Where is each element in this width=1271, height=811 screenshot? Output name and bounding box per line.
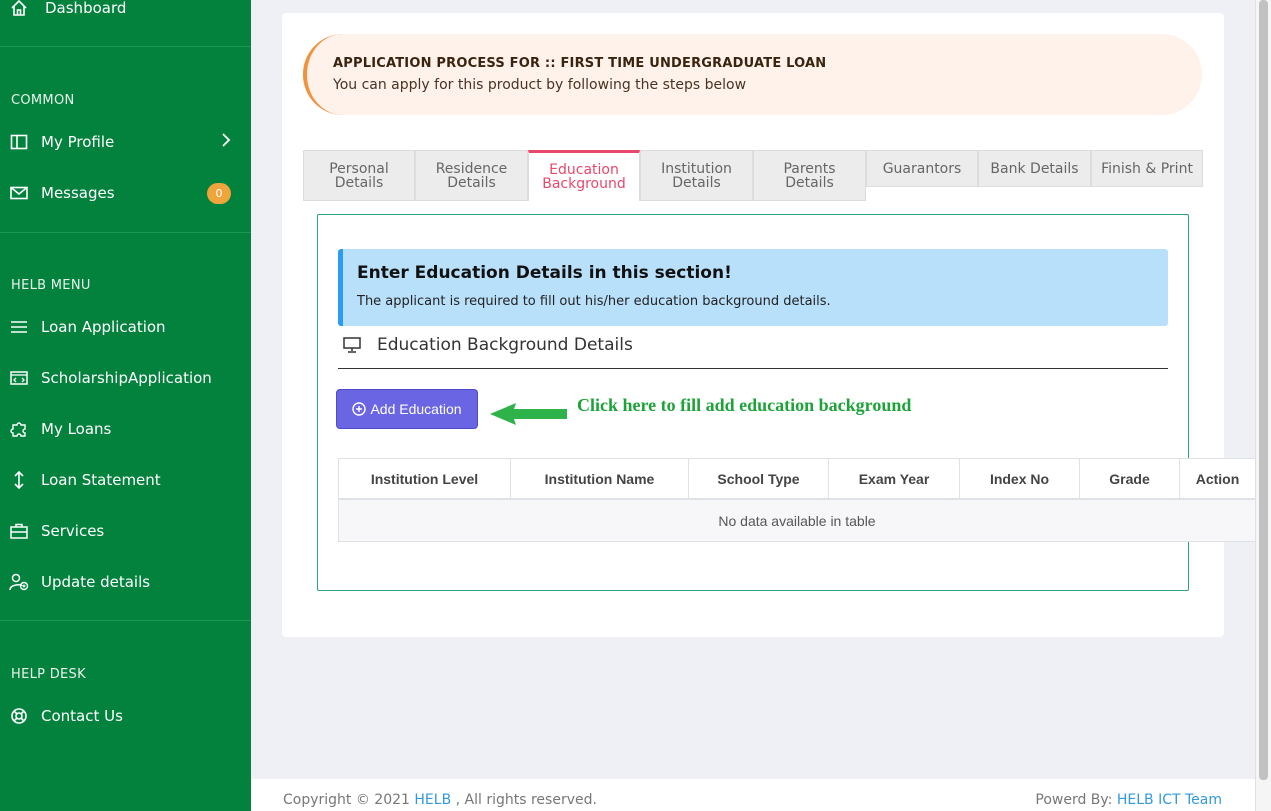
tab-label: Parents <box>783 160 836 177</box>
callout-subtitle: You can apply for this product by follow… <box>333 77 747 93</box>
columns-icon <box>9 132 29 152</box>
tab-label: Details <box>672 174 721 191</box>
section-title-text: Education Background Details <box>377 335 633 355</box>
sidebar-divider <box>0 46 251 47</box>
footer-copyright: Copyright © 2021 HELB , All rights reser… <box>283 792 597 808</box>
column-header[interactable]: Action <box>1179 459 1255 499</box>
footer: Copyright © 2021 HELB , All rights reser… <box>251 779 1255 811</box>
menu-lines-icon <box>9 317 29 337</box>
tab-label: Bank Details <box>990 160 1079 177</box>
application-process-callout: APPLICATION PROCESS FOR :: FIRST TIME UN… <box>303 34 1202 115</box>
page-scrollbar[interactable] <box>1255 0 1271 811</box>
tab-education-background[interactable]: Education Background <box>528 150 640 201</box>
lifebuoy-icon <box>9 706 29 726</box>
sidebar-item-dashboard[interactable]: Dashboard <box>0 0 251 28</box>
sidebar-item-label: Loan Application <box>41 318 166 336</box>
puzzle-icon <box>9 419 29 439</box>
sidebar-item-label: Update details <box>41 573 151 591</box>
table-header: Institution Level Institution Name Schoo… <box>338 458 1255 500</box>
column-header[interactable]: School Type <box>688 459 828 499</box>
copyright-text: Copyright © 2021 <box>283 792 410 808</box>
info-alert-text: The applicant is required to fill out hi… <box>357 294 831 309</box>
sidebar-item-services[interactable]: Services <box>0 511 251 551</box>
section-divider <box>338 368 1168 369</box>
tab-label: Personal <box>329 160 389 177</box>
sidebar-item-loan-application[interactable]: Loan Application <box>0 307 251 347</box>
tab-finish-print[interactable]: Finish & Print <box>1091 150 1203 187</box>
envelope-icon <box>9 183 29 203</box>
sidebar-item-label: My Loans <box>41 420 112 438</box>
sidebar-item-scholarship-application[interactable]: ScholarshipApplication <box>0 358 251 398</box>
column-header[interactable]: Institution Name <box>510 459 688 499</box>
user-settings-icon <box>9 572 29 592</box>
add-education-hint: Click here to fill add education backgro… <box>577 395 912 415</box>
code-window-icon <box>9 368 29 388</box>
sidebar-item-label: Services <box>41 522 105 540</box>
sidebar-item-update-details[interactable]: Update details <box>0 562 251 602</box>
sidebar-section-help-desk: HELP DESK <box>11 667 86 682</box>
briefcase-icon <box>9 521 29 541</box>
section-title: Education Background Details <box>343 335 633 355</box>
sidebar-item-my-loans[interactable]: My Loans <box>0 409 251 449</box>
callout-title: APPLICATION PROCESS FOR :: FIRST TIME UN… <box>333 56 827 71</box>
helb-ict-team-link[interactable]: HELB ICT Team <box>1117 792 1222 808</box>
sidebar-item-label: Dashboard <box>45 0 127 17</box>
powered-by-text: Powerd By: <box>1035 792 1113 808</box>
monitor-icon <box>343 337 361 353</box>
column-header[interactable]: Grade <box>1079 459 1179 499</box>
sidebar-item-label: Contact Us <box>41 707 123 725</box>
sidebar: Dashboard COMMON My Profile Messages 0 H… <box>0 0 251 811</box>
tab-personal-details[interactable]: Personal Details <box>303 150 415 201</box>
sidebar-item-messages[interactable]: Messages 0 <box>0 173 251 213</box>
table-empty-row: No data available in table <box>338 500 1255 542</box>
sidebar-item-label: My Profile <box>41 133 115 151</box>
sidebar-section-helb-menu: HELB MENU <box>11 278 91 293</box>
info-alert-heading: Enter Education Details in this section! <box>357 263 732 283</box>
add-education-button[interactable]: Add Education <box>336 389 478 429</box>
rights-text: , All rights reserved. <box>455 792 597 808</box>
tab-bank-details[interactable]: Bank Details <box>978 150 1091 187</box>
tab-label: Background <box>542 176 626 192</box>
tab-parents-details[interactable]: Parents Details <box>753 150 866 201</box>
home-icon <box>9 0 29 18</box>
tab-label: Education <box>549 162 619 178</box>
tab-guarantors[interactable]: Guarantors <box>866 150 978 187</box>
column-header[interactable]: Index No <box>959 459 1079 499</box>
tab-label: Details <box>785 174 834 191</box>
sidebar-item-loan-statement[interactable]: Loan Statement <box>0 460 251 500</box>
tab-label: Details <box>447 174 496 191</box>
sidebar-item-my-profile[interactable]: My Profile <box>0 122 251 162</box>
tab-label: Guarantors <box>882 160 962 177</box>
sidebar-item-label: Messages <box>41 184 115 202</box>
column-header[interactable]: Exam Year <box>828 459 959 499</box>
sidebar-item-label: Loan Statement <box>41 471 161 489</box>
sidebar-section-common: COMMON <box>11 93 75 108</box>
footer-powered-by: Powerd By: HELB ICT Team <box>1035 792 1222 808</box>
tab-residence-details[interactable]: Residence Details <box>415 150 528 201</box>
sidebar-divider <box>0 232 251 233</box>
plus-circle-icon <box>352 402 367 416</box>
chevron-right-icon <box>221 133 231 151</box>
tab-label: Residence <box>435 160 508 177</box>
info-alert: Enter Education Details in this section!… <box>338 249 1168 326</box>
sidebar-item-contact-us[interactable]: Contact Us <box>0 696 251 736</box>
tab-label: Institution <box>661 160 732 177</box>
column-header[interactable]: Institution Level <box>338 459 510 499</box>
pointer-arrow-icon <box>490 403 567 425</box>
arrows-up-down-icon <box>9 470 29 490</box>
tab-label: Finish & Print <box>1101 160 1193 177</box>
add-education-label: Add Education <box>370 401 462 417</box>
tab-label: Details <box>334 174 384 191</box>
sidebar-divider <box>0 620 251 621</box>
tab-institution-details[interactable]: Institution Details <box>640 150 753 201</box>
helb-link[interactable]: HELB <box>414 792 451 808</box>
messages-count-badge: 0 <box>207 182 231 204</box>
sidebar-item-label: ScholarshipApplication <box>41 369 212 387</box>
scrollbar-thumb[interactable] <box>1259 0 1268 780</box>
